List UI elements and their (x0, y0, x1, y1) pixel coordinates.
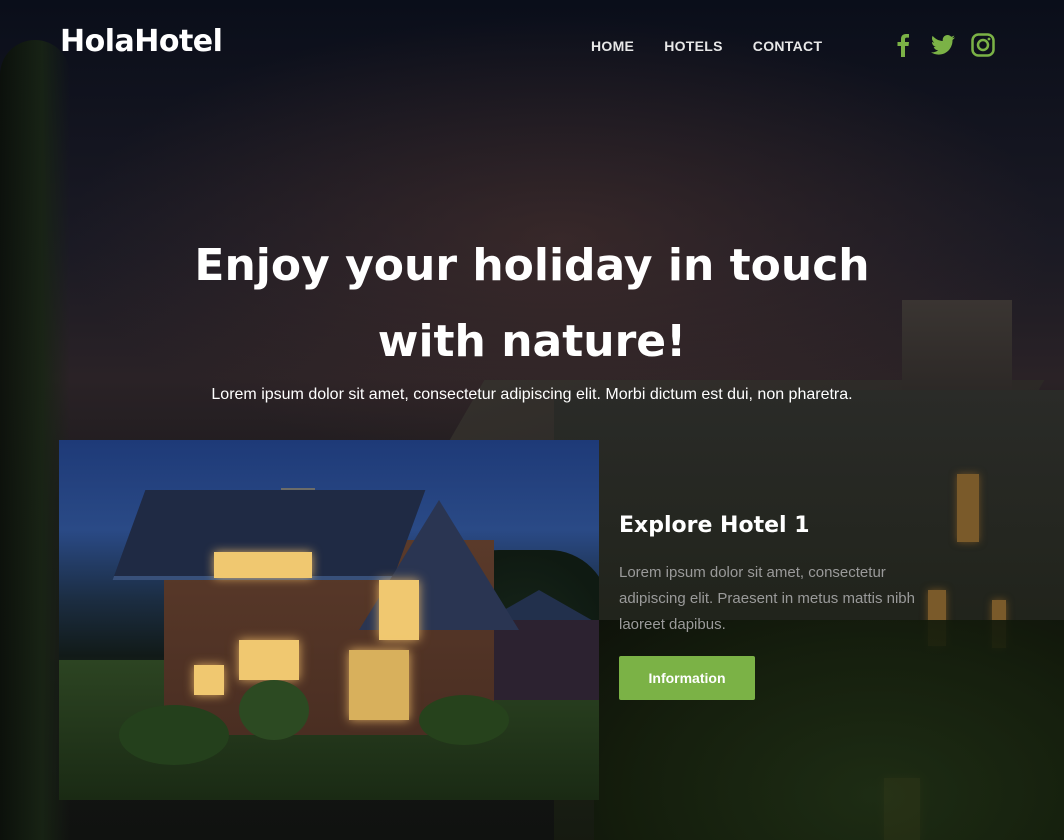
site-logo[interactable]: HolaHotel (60, 24, 223, 59)
hero-title: Enjoy your holiday in touch with nature! (194, 240, 870, 367)
site-header: HolaHotel HOME HOTELS CONTACT (0, 0, 1064, 90)
nav-contact-link[interactable]: CONTACT (753, 38, 823, 54)
hotel-photo (59, 440, 599, 800)
nav-home-link[interactable]: HOME (591, 38, 634, 54)
nav-hotels-link[interactable]: HOTELS (664, 38, 723, 54)
social-links (891, 33, 995, 57)
hotel-card-title: Explore Hotel 1 (619, 513, 810, 538)
facebook-icon[interactable] (891, 33, 915, 57)
hotel-card-description: Lorem ipsum dolor sit amet, consectetur … (619, 564, 915, 633)
main-nav: HOME HOTELS CONTACT (591, 38, 822, 54)
hero-subtitle: Lorem ipsum dolor sit amet, consectetur … (211, 386, 853, 403)
information-button[interactable]: Information (619, 656, 755, 700)
twitter-icon[interactable] (931, 33, 955, 57)
instagram-icon[interactable] (971, 33, 995, 57)
